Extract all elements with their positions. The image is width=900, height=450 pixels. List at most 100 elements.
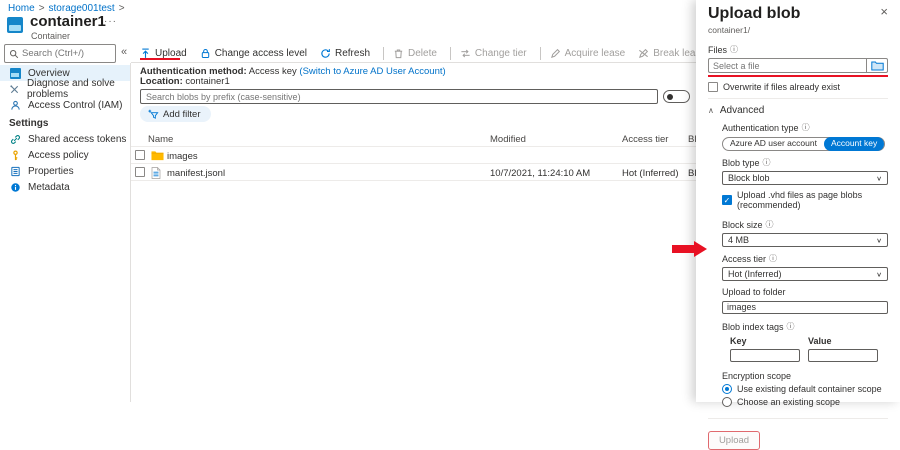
encryption-existing-radio-row[interactable]: Choose an existing scope (722, 397, 888, 407)
browse-folder-button[interactable] (866, 58, 888, 73)
upload-to-folder-input[interactable] (722, 301, 888, 314)
panel-upload-button[interactable]: Upload (708, 431, 760, 450)
chevron-down-icon: ∨ (876, 174, 882, 181)
lock-icon (200, 48, 211, 59)
toggle-knob (667, 94, 673, 100)
file-select-input[interactable] (708, 58, 866, 73)
upload-blob-panel: Upload blob × container1/ Filesⓘ Overwri… (696, 0, 900, 402)
properties-icon (9, 165, 21, 177)
folder-browse-icon (871, 61, 884, 71)
sidebar-item-access-policy[interactable]: Access policy (0, 147, 130, 163)
header-access-tier[interactable]: Access tier (622, 134, 668, 145)
access-tier-label: Access tierⓘ (722, 253, 888, 264)
sidebar-search[interactable] (4, 44, 116, 63)
info-circle-icon (9, 181, 21, 193)
sidebar-item-metadata[interactable]: Metadata (0, 179, 130, 195)
blob-type-label: Blob typeⓘ (722, 157, 888, 168)
wrench-icon (9, 83, 20, 95)
sidebar: Overview Diagnose and solve problems Acc… (0, 63, 131, 402)
panel-divider (708, 418, 888, 419)
auth-type-label: Authentication typeⓘ (722, 122, 888, 133)
info-icon: ⓘ (802, 122, 810, 133)
chevron-up-icon: ∧ (708, 106, 714, 115)
panel-divider (708, 98, 888, 99)
blob-prefix-search-input[interactable] (140, 89, 658, 104)
vhd-checkbox-row[interactable]: ✓ Upload .vhd files as page blobs (recom… (722, 190, 888, 210)
folder-icon (151, 150, 164, 164)
acquire-lease-button[interactable]: Acquire lease (550, 48, 626, 59)
upload-to-folder-label: Upload to folder (722, 287, 888, 297)
more-actions-icon[interactable]: ··· (104, 16, 117, 27)
switch-auth-link[interactable]: (Switch to Azure AD User Account) (299, 66, 445, 77)
person-icon (9, 99, 21, 111)
overwrite-checkbox-row[interactable]: Overwrite if files already exist (708, 82, 888, 92)
page-title: container1 (30, 13, 106, 30)
collapse-menu-icon[interactable]: « (121, 46, 127, 58)
upload-button[interactable]: Upload (140, 48, 187, 59)
info-icon: ⓘ (787, 321, 795, 332)
sidebar-item-properties[interactable]: Properties (0, 163, 130, 179)
annotation-underline-upload (140, 58, 180, 60)
blob-name[interactable]: images (167, 151, 198, 162)
page-subtitle: Container (31, 31, 70, 41)
acquire-lease-icon (550, 48, 561, 59)
encryption-scope-label: Encryption scope (722, 371, 888, 381)
auth-type-toggle: Azure AD user account Account key (722, 137, 885, 151)
sidebar-item-shared-access-tokens[interactable]: Shared access tokens (0, 131, 130, 147)
upload-icon (140, 48, 151, 59)
close-icon[interactable]: × (880, 5, 888, 18)
sidebar-item-access-control[interactable]: Access Control (IAM) (0, 97, 130, 113)
key-icon (9, 149, 21, 161)
file-icon (151, 167, 161, 182)
tags-value-header: Value (808, 336, 832, 346)
panel-subtitle: container1/ (708, 25, 888, 35)
toolbar-separator (540, 47, 541, 60)
panel-title: Upload blob (708, 5, 800, 23)
row-checkbox[interactable] (135, 150, 145, 160)
auth-option-account-key[interactable]: Account key (824, 137, 884, 151)
tags-key-header: Key (730, 336, 808, 346)
advanced-section-toggle[interactable]: ∧ Advanced (708, 105, 888, 116)
tag-value-input[interactable] (808, 349, 878, 362)
location-line: Location: container1 (140, 76, 230, 87)
vhd-checkbox[interactable]: ✓ (722, 195, 732, 205)
overwrite-checkbox[interactable] (708, 82, 718, 92)
encryption-default-radio-row[interactable]: Use existing default container scope (722, 384, 888, 394)
change-tier-button[interactable]: Change tier (460, 48, 527, 59)
blob-name[interactable]: manifest.jsonl (167, 168, 225, 179)
toolbar-separator (383, 47, 384, 60)
annotation-underline-files (708, 75, 888, 77)
access-tier-select[interactable]: Hot (Inferred) ∨ (722, 267, 888, 281)
annotation-arrow (672, 241, 707, 257)
blob-index-tags-label: Blob index tagsⓘ (722, 321, 888, 332)
refresh-button[interactable]: Refresh (320, 48, 370, 59)
auth-option-azure-ad[interactable]: Azure AD user account (723, 137, 824, 150)
change-tier-icon (460, 48, 471, 59)
delete-button[interactable]: Delete (393, 48, 437, 59)
blob-type-select[interactable]: Block blob ∨ (722, 171, 888, 185)
row-checkbox[interactable] (135, 167, 145, 177)
blob-access-tier: Hot (Inferred) (622, 168, 679, 179)
header-modified[interactable]: Modified (490, 134, 526, 145)
sidebar-group-settings: Settings (0, 115, 130, 131)
radio-default-scope[interactable] (722, 384, 732, 394)
radio-existing-scope[interactable] (722, 397, 732, 407)
filter-plus-icon (148, 109, 159, 120)
add-filter-button[interactable]: Add filter (140, 106, 211, 122)
block-size-select[interactable]: 4 MB ∨ (722, 233, 888, 247)
files-label: Filesⓘ (708, 44, 888, 55)
blob-modified: 10/7/2021, 11:24:10 AM (490, 168, 590, 179)
show-deleted-toggle[interactable] (663, 90, 690, 103)
link-icon (9, 133, 21, 145)
trash-icon (393, 48, 404, 59)
header-name[interactable]: Name (148, 134, 173, 145)
chevron-down-icon: ∨ (876, 270, 882, 277)
sidebar-item-diagnose[interactable]: Diagnose and solve problems (0, 81, 130, 97)
change-access-level-button[interactable]: Change access level (200, 48, 307, 59)
tags-headers: Key Value (730, 336, 888, 346)
toolbar-separator (450, 47, 451, 60)
sidebar-search-input[interactable] (22, 48, 110, 59)
info-icon: ⓘ (730, 44, 738, 55)
tag-key-input[interactable] (730, 349, 800, 362)
container-icon (7, 17, 23, 33)
